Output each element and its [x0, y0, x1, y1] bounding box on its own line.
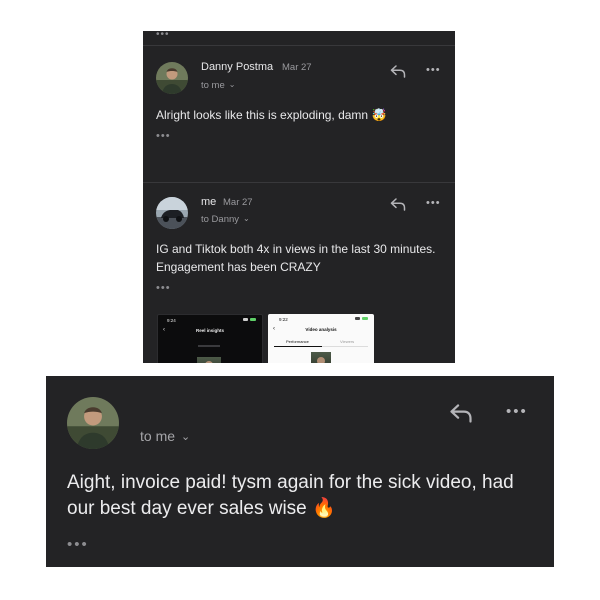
- show-trimmed-content[interactable]: •••: [67, 536, 89, 553]
- insights-row: [198, 345, 220, 347]
- sender-name: me: [201, 196, 217, 208]
- recipient-toggle[interactable]: to Danny ⌄: [201, 214, 250, 225]
- avatar-me[interactable]: [156, 197, 188, 229]
- screen-title: Video analysis: [305, 327, 337, 332]
- more-options-icon[interactable]: •••: [426, 197, 441, 209]
- video-preview-image: [311, 352, 331, 363]
- tab-viewers: Viewers: [340, 339, 355, 344]
- recipient-label: to me: [201, 80, 225, 91]
- chevron-down-icon: ⌄: [228, 80, 236, 89]
- message-date: Mar 27: [223, 197, 253, 208]
- message-text: Alright looks like this is exploding, da…: [156, 108, 369, 122]
- reply-arrow-icon[interactable]: [390, 198, 406, 211]
- tab-divider: [322, 346, 368, 347]
- page: ••• Danny Postma Mar 27 to me ⌄ ••• Alri…: [0, 0, 600, 600]
- message-danny[interactable]: Danny Postma Mar 27 to me ⌄ ••• Alright l…: [143, 31, 455, 182]
- recipient-label: to me: [140, 428, 176, 444]
- fire-emoji: 🔥: [312, 498, 336, 519]
- reply-text: Aight, invoice paid! tysm again for the …: [67, 472, 514, 519]
- attachment-thumbnail-reel-insights[interactable]: 9:24 ‹ Reel insights: [157, 314, 263, 363]
- attachment-thumbnail-video-analysis[interactable]: 9:22 ‹ Video analysis Performance Viewer…: [268, 314, 374, 363]
- more-options-icon[interactable]: •••: [426, 64, 441, 76]
- chevron-down-icon: ⌄: [243, 214, 250, 223]
- status-icons: [352, 317, 368, 321]
- tab-performance: Performance: [286, 339, 309, 344]
- email-thread-panel: ••• Danny Postma Mar 27 to me ⌄ ••• Alri…: [143, 31, 455, 363]
- tab-underline: [274, 346, 322, 347]
- recipient-toggle[interactable]: to me ⌄: [201, 80, 235, 91]
- reel-preview-image: [197, 357, 221, 363]
- reply-email-panel: to me ⌄ ••• Aight, invoice paid! tysm aga…: [46, 376, 554, 567]
- message-me[interactable]: me Mar 27 to Danny ⌄ ••• IG and Tiktok bo…: [143, 183, 455, 363]
- recipient-toggle[interactable]: to me ⌄: [140, 428, 190, 444]
- avatar-danny[interactable]: [156, 62, 188, 94]
- mind-blown-emoji: 🤯: [371, 108, 387, 122]
- reply-arrow-icon[interactable]: [449, 404, 473, 423]
- status-icons: [240, 318, 256, 322]
- sender-name: Danny Postma: [201, 61, 274, 73]
- more-options-icon[interactable]: •••: [506, 403, 528, 420]
- message-body: Alright looks like this is exploding, da…: [156, 106, 446, 124]
- message-body: IG and Tiktok both 4x in views in the la…: [156, 242, 436, 274]
- status-time: 9:22: [279, 317, 288, 322]
- avatar-danny[interactable]: [67, 397, 119, 449]
- show-trimmed-content[interactable]: •••: [156, 130, 171, 142]
- reply-arrow-icon[interactable]: [390, 65, 406, 78]
- show-trimmed-content[interactable]: •••: [156, 282, 171, 294]
- status-time: 9:24: [167, 318, 176, 323]
- recipient-label: to Danny: [201, 214, 240, 225]
- reply-body: Aight, invoice paid! tysm again for the …: [67, 470, 527, 522]
- message-date: Mar 27: [282, 62, 312, 73]
- chevron-down-icon: ⌄: [181, 431, 191, 443]
- screen-title: Reel insights: [195, 328, 224, 333]
